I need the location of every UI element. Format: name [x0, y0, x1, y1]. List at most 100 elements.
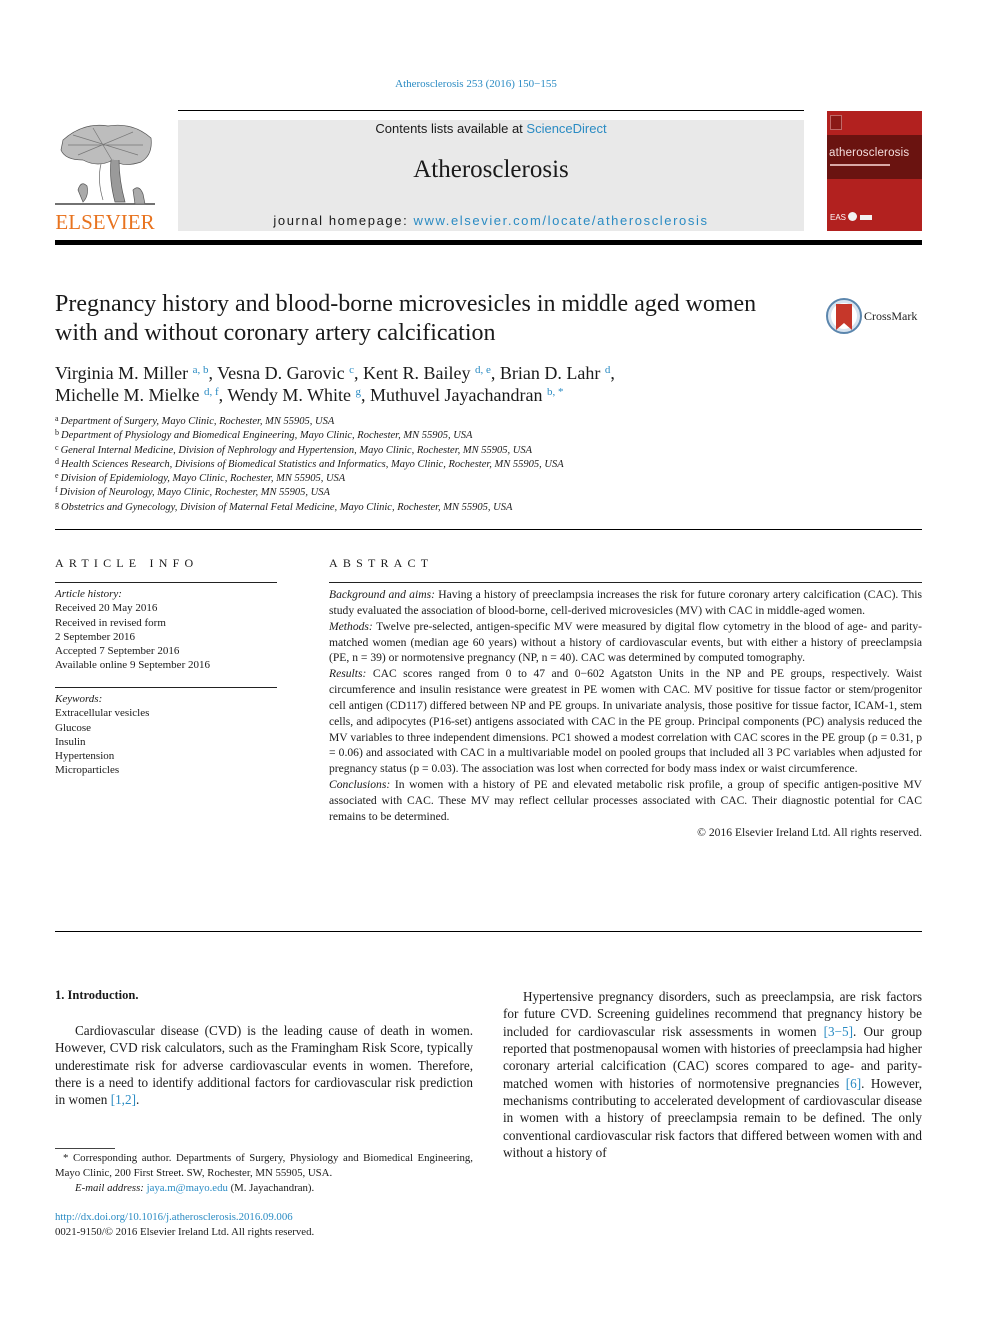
citation-link[interactable]: [6] [846, 1076, 861, 1091]
contents-line: Contents lists available at ScienceDirec… [178, 121, 804, 136]
affiliation-text: General Internal Medicine, Division of N… [60, 444, 533, 456]
abstract-section-text: CAC scores ranged from 0 to 47 and 0−602… [329, 667, 922, 776]
homepage-prefix: journal homepage: [273, 213, 414, 228]
section-divider [55, 529, 922, 530]
keywords-rule [55, 687, 277, 688]
author-separator: , [490, 363, 500, 383]
abstract-paragraph: Conclusions: In women with a history of … [329, 777, 922, 825]
history-item: Accepted 7 September 2016 [55, 645, 180, 658]
body-paragraph: Hypertensive pregnancy disorders, such a… [503, 988, 922, 1161]
affiliation-item: b Department of Physiology and Biomedical… [55, 429, 915, 443]
issn-copyright: 0021-9150/© 2016 Elsevier Ireland Ltd. A… [55, 1226, 315, 1238]
sciencedirect-link[interactable]: ScienceDirect [526, 121, 606, 136]
abstract-section-text: Twelve pre-selected, antigen-specific MV… [329, 619, 922, 665]
author-name[interactable]: Kent R. Bailey [363, 363, 470, 383]
citation-link[interactable]: [3−5] [824, 1024, 853, 1039]
abstract-section-text: In women with a history of PE and elevat… [329, 778, 922, 823]
body-paragraph: Cardiovascular disease (CVD) is the lead… [55, 1022, 473, 1109]
corresponding-author-footnote: * Corresponding author. Departments of S… [55, 1151, 473, 1196]
cover-badge-icon [860, 215, 872, 220]
abstract-section-label: Results: [329, 667, 367, 681]
article-history: Article history: Received 20 May 2016 Re… [55, 587, 277, 673]
history-item: Received 20 May 2016 [55, 602, 158, 615]
abstract-heading: ABSTRACT [329, 556, 434, 570]
cover-subtitle-bar [830, 164, 890, 166]
abstract-section-label: Conclusions: [329, 778, 391, 792]
email-line: E-mail address: jaya.m@mayo.edu (M. Jaya… [55, 1181, 473, 1196]
author-name[interactable]: Wendy M. White [227, 385, 351, 405]
author-name[interactable]: Vesna D. Garovic [217, 363, 344, 383]
affiliation-text: Obstetrics and Gynecology, Division of M… [61, 501, 513, 513]
author-affiliation-ref[interactable]: a, b [193, 364, 209, 376]
affiliation-text: Health Sciences Research, Divisions of B… [61, 458, 564, 470]
affiliation-list: a Department of Surgery, Mayo Clinic, Roc… [55, 415, 915, 515]
header-top-rule [178, 110, 804, 111]
crossmark-icon [826, 298, 862, 334]
email-suffix: (M. Jayachandran). [227, 1182, 315, 1194]
abstract-section-label: Background and aims: [329, 588, 435, 601]
history-item: Available online 9 September 2016 [55, 659, 210, 672]
elsevier-wordmark: ELSEVIER [55, 210, 155, 234]
affiliation-key: f [55, 485, 58, 495]
author-affiliation-ref[interactable]: d, f [204, 386, 219, 398]
affiliation-text: Department of Physiology and Biomedical … [61, 430, 473, 442]
journal-title: Atherosclerosis [413, 156, 569, 183]
corresponding-author-text: * Corresponding author. Departments of S… [55, 1152, 473, 1179]
affiliation-key: b [55, 428, 59, 438]
keywords-heading: Keywords: [55, 693, 103, 705]
doi-link[interactable]: http://dx.doi.org/10.1016/j.atherosclero… [55, 1211, 293, 1223]
cover-title: atherosclerosis [829, 147, 910, 159]
abstract-rule [329, 582, 922, 583]
email-label: E-mail address: [75, 1182, 144, 1194]
article-info-heading: ARTICLE INFO [55, 556, 199, 570]
abstract-paragraph: Results: CAC scores ranged from 0 to 47 … [329, 666, 922, 777]
cover-society-logo: EAS [830, 213, 847, 222]
author-list: Virginia M. Miller a, b, Vesna D. Garovi… [55, 362, 915, 406]
history-item: 2 September 2016 [55, 630, 136, 643]
author-separator: , [361, 385, 371, 405]
crossmark-label[interactable]: CrossMark [864, 309, 917, 324]
affiliation-key: d [55, 456, 59, 466]
affiliation-item: a Department of Surgery, Mayo Clinic, Roc… [55, 415, 915, 429]
email-link[interactable]: jaya.m@mayo.edu [147, 1182, 228, 1194]
keyword-item: Microparticles [55, 764, 120, 777]
abstract-copyright: © 2016 Elsevier Ireland Ltd. All rights … [697, 825, 922, 839]
footnote-rule [55, 1148, 115, 1149]
affiliation-text: Division of Epidemiology, Mayo Clinic, R… [60, 473, 346, 485]
cover-elsevier-icon [830, 115, 842, 130]
author-affiliation-ref[interactable]: b, * [547, 386, 564, 398]
introduction-right-column: Hypertensive pregnancy disorders, such a… [503, 988, 922, 1161]
introduction-heading: 1. Introduction. [55, 988, 139, 1002]
journal-reference[interactable]: Atherosclerosis 253 (2016) 150−155 [0, 78, 952, 90]
author-separator: , [208, 363, 218, 383]
journal-cover-thumbnail[interactable]: atherosclerosis EAS [827, 111, 922, 231]
abstract-section-label: Methods: [329, 619, 373, 633]
abstract-bottom-rule [55, 931, 922, 932]
elsevier-tree-logo [53, 120, 157, 208]
keyword-item: Hypertension [55, 750, 115, 763]
author-name[interactable]: Virginia M. Miller [55, 363, 188, 383]
affiliation-key: a [55, 414, 59, 423]
author-name[interactable]: Brian D. Lahr [500, 363, 600, 383]
author-affiliation-ref[interactable]: d, e [475, 364, 491, 376]
author-name[interactable]: Muthuvel Jayachandran [370, 385, 542, 405]
citation-link[interactable]: [1,2] [111, 1092, 136, 1107]
abstract-paragraph: Methods: Twelve pre-selected, antigen-sp… [329, 619, 922, 667]
article-info-rule [55, 582, 277, 583]
affiliation-item: c General Internal Medicine, Division of … [55, 442, 915, 458]
article-title: Pregnancy history and blood-borne microv… [55, 291, 757, 346]
affiliation-key: c [55, 442, 59, 452]
abstract-body: Background and aims: Having a history of… [329, 587, 922, 841]
homepage-link[interactable]: www.elsevier.com/locate/atherosclerosis [414, 213, 709, 228]
contents-prefix: Contents lists available at [375, 121, 527, 136]
keyword-item: Glucose [55, 721, 92, 734]
affiliation-key: g [55, 499, 59, 509]
cover-badge-icon [848, 212, 857, 221]
affiliation-text: Department of Surgery, Mayo Clinic, Roch… [60, 416, 335, 427]
keyword-item: Extracellular vesicles [55, 707, 150, 720]
paragraph-text: . [135, 1092, 140, 1108]
article-history-heading: Article history: [55, 588, 122, 600]
affiliation-key: e [55, 471, 59, 481]
journal-homepage: journal homepage: www.elsevier.com/locat… [178, 213, 804, 228]
author-name[interactable]: Michelle M. Mielke [55, 385, 199, 405]
